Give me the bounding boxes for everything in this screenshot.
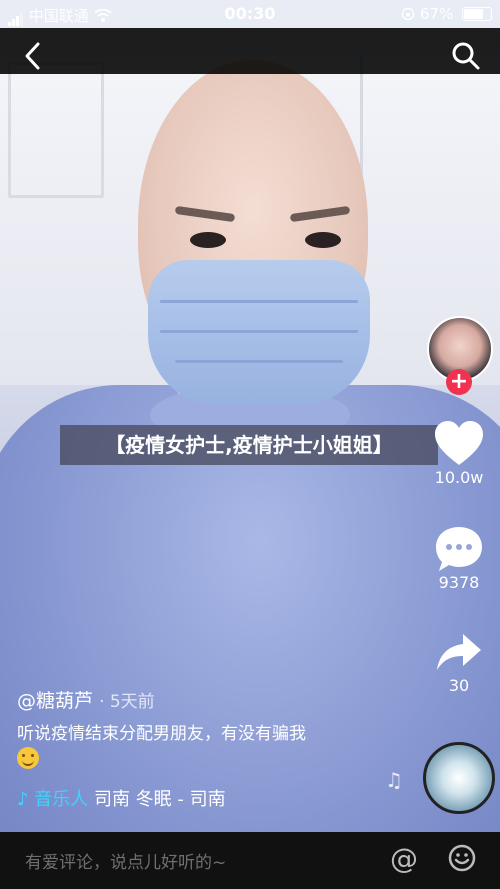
like-count: 10.0w (434, 468, 484, 487)
post-author[interactable]: @糖葫芦 · 5天前 (17, 686, 155, 713)
music-info[interactable]: ♪ 音乐人 司南 冬眠 - 司南 (17, 785, 226, 811)
back-button[interactable] (20, 40, 46, 72)
music-notes-icon: ♫ (385, 768, 403, 792)
top-nav-bar (0, 28, 500, 74)
background-door (8, 62, 104, 198)
mask-fold (175, 360, 343, 363)
chevron-left-icon (25, 42, 40, 70)
comment-count: 9378 (438, 573, 480, 592)
mention-icon[interactable]: @ (390, 842, 418, 875)
comment-button[interactable]: 9378 (428, 525, 490, 592)
music-title[interactable]: 司南 冬眠 - 司南 (94, 789, 226, 810)
rotation-lock-icon (401, 5, 420, 23)
author-username[interactable]: @糖葫芦 (17, 690, 93, 712)
like-button[interactable]: 10.0w (428, 420, 490, 487)
heart-icon (435, 421, 483, 465)
follow-button[interactable]: + (446, 369, 472, 395)
battery-percent: 67% (419, 5, 454, 23)
share-button[interactable]: 30 (428, 630, 490, 695)
battery-icon (462, 7, 492, 21)
post-time-ago: · 5天前 (99, 692, 155, 712)
description-text: 听说疫情结束分配男朋友，有没有骗我 (17, 724, 306, 744)
music-artist-tag[interactable]: ♪ 音乐人 (17, 789, 88, 810)
left-eye (190, 232, 226, 248)
search-icon (452, 42, 480, 70)
post-description: 听说疫情结束分配男朋友，有没有骗我 (17, 722, 407, 773)
comment-bar[interactable]: 有爱评论，说点儿好听的~ @ (0, 832, 500, 889)
music-disc[interactable] (423, 742, 495, 814)
share-count: 30 (448, 676, 470, 695)
search-button[interactable] (450, 40, 482, 72)
smile-emoji-icon (17, 747, 39, 769)
mask-fold (160, 330, 358, 333)
share-arrow-icon (437, 634, 481, 670)
video-title-overlay: 【疫情女护士,疫情护士小姐姐】 (60, 425, 438, 465)
mask-fold (160, 300, 358, 303)
right-eye (305, 232, 341, 248)
emoji-picker-icon[interactable] (448, 844, 476, 872)
status-right: 67% (401, 5, 492, 23)
comment-bubble-icon (436, 527, 482, 571)
status-bar: 中国联通 00:30 67% (0, 0, 500, 28)
comment-input[interactable]: 有爱评论，说点儿好听的~ (25, 848, 226, 873)
